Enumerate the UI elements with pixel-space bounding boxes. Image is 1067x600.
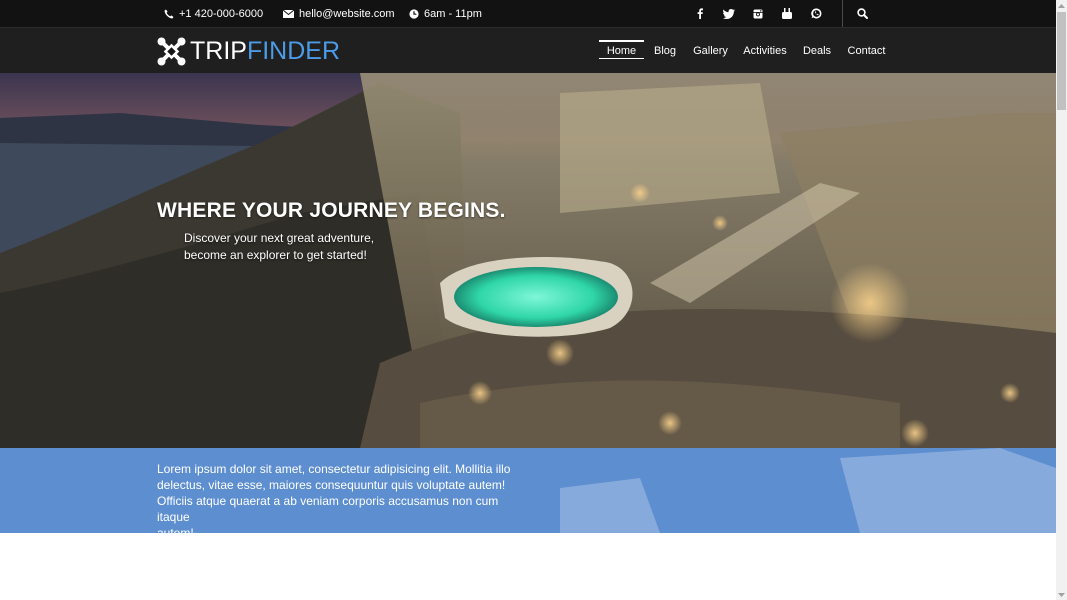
page: +1 420-000-6000 hello@website.com 6am - … <box>0 0 1056 600</box>
hero-section: WHERE YOUR JOURNEY BEGINS. Discover your… <box>0 73 1056 448</box>
hero-background-image <box>0 73 1056 448</box>
phone-icon <box>164 9 174 18</box>
hero-subtitle-line-1: Discover your next great adventure, <box>184 231 375 245</box>
twitter-icon[interactable] <box>723 8 735 19</box>
intro-text-line-4: autem! <box>157 526 194 533</box>
phone-number: +1 420-000-6000 <box>179 7 264 20</box>
nav-contact[interactable]: Contact <box>848 28 886 74</box>
nav-deals[interactable]: Deals <box>803 28 831 74</box>
hero-subtitle: Discover your next great adventure, beco… <box>184 230 424 264</box>
page-scrollbar[interactable] <box>1056 0 1067 600</box>
envelope-icon <box>283 9 294 18</box>
logo-text-trip: TRIP <box>190 36 247 65</box>
site-logo[interactable]: TRIPFINDER <box>157 34 340 68</box>
social-links <box>694 0 822 27</box>
whatsapp-icon[interactable] <box>810 8 822 19</box>
nav-blog[interactable]: Blog <box>652 28 678 74</box>
nav-gallery[interactable]: Gallery <box>693 28 728 74</box>
top-info-bar: +1 420-000-6000 hello@website.com 6am - … <box>0 0 1056 27</box>
email-address: hello@website.com <box>299 7 395 20</box>
search-button[interactable] <box>852 0 872 27</box>
main-header: TRIPFINDER Home Blog Gallery Activities … <box>0 27 1056 74</box>
facebook-icon[interactable] <box>694 8 706 19</box>
clock-icon <box>409 8 419 19</box>
topbar-divider <box>842 0 843 27</box>
intro-text-line-2: delectus, vitae esse, maiores consequunt… <box>157 478 506 492</box>
opening-hours: 6am - 11pm <box>424 7 482 20</box>
youtube-icon[interactable] <box>781 8 793 19</box>
hero-title: WHERE YOUR JOURNEY BEGINS. <box>157 199 506 222</box>
email-info[interactable]: hello@website.com <box>283 0 395 27</box>
hours-info: 6am - 11pm <box>409 0 482 27</box>
instagram-icon[interactable] <box>752 9 764 19</box>
scroll-up-arrow-icon[interactable] <box>1056 0 1067 11</box>
intro-text-line-3: Officiis atque quaerat a ab veniam corpo… <box>157 494 499 524</box>
hero-subtitle-line-2: become an explorer to get started! <box>184 248 367 262</box>
phone-info[interactable]: +1 420-000-6000 <box>164 0 263 27</box>
nav-home[interactable]: Home <box>599 28 644 74</box>
logo-text-finder: FINDER <box>246 36 341 65</box>
intro-text-line-1: Lorem ipsum dolor sit amet, consectetur … <box>157 462 511 476</box>
logo-icon <box>157 37 186 65</box>
search-icon <box>856 8 868 19</box>
scroll-down-arrow-icon[interactable] <box>1056 589 1067 600</box>
logo-text: TRIPFINDER <box>190 37 340 66</box>
nav-activities[interactable]: Activities <box>743 28 786 74</box>
intro-text: Lorem ipsum dolor sit amet, consectetur … <box>157 461 527 533</box>
intro-band: Lorem ipsum dolor sit amet, consectetur … <box>0 448 1056 533</box>
scrollbar-thumb[interactable] <box>1057 12 1066 110</box>
